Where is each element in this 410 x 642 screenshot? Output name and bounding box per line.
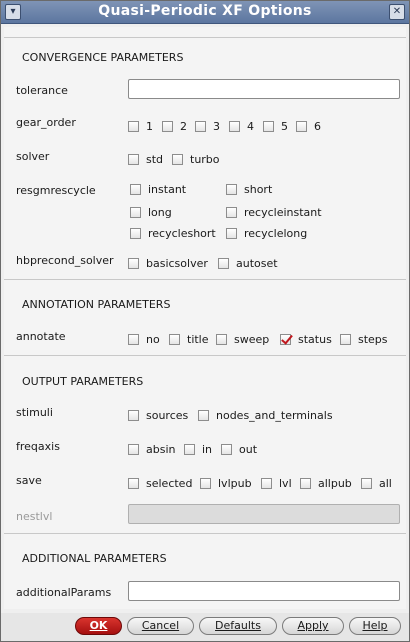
checkbox[interactable] [221, 443, 232, 455]
freqaxis-option-absin[interactable]: absin [128, 442, 175, 456]
checkbox[interactable] [261, 477, 272, 489]
tolerance-input[interactable] [128, 79, 400, 99]
help-button[interactable]: Help [349, 617, 401, 635]
gear-order-option-3[interactable]: 3 [195, 119, 220, 133]
save-option-allpub[interactable]: allpub [300, 476, 352, 490]
divider [4, 533, 406, 534]
annotate-option-sweep[interactable]: sweep [216, 332, 269, 346]
checkbox[interactable] [128, 409, 139, 421]
checkbox[interactable] [128, 257, 139, 269]
checkbox[interactable] [300, 477, 311, 489]
resgmrescycle-option-short[interactable]: short [226, 182, 272, 196]
window-title: Quasi-Periodic XF Options [98, 3, 312, 19]
solver-option-std[interactable]: std [128, 152, 163, 166]
checkbox[interactable] [162, 120, 173, 132]
checkbox[interactable] [263, 120, 274, 132]
gear-order-option-4[interactable]: 4 [229, 119, 254, 133]
cancel-button[interactable]: Cancel [127, 617, 194, 635]
checkbox[interactable] [130, 183, 141, 195]
solver-label: solver [16, 150, 50, 163]
save-option-lvl[interactable]: lvl [261, 476, 292, 490]
checkbox[interactable] [130, 227, 141, 239]
resgmrescycle-label: resgmrescycle [16, 184, 96, 197]
defaults-button[interactable]: Defaults [199, 617, 277, 635]
checkbox[interactable] [128, 477, 139, 489]
hbprecond-solver-label: hbprecond_solver [16, 254, 114, 267]
annotate-option-status[interactable]: status [280, 332, 332, 346]
checkbox[interactable] [226, 183, 237, 195]
annotate-option-title[interactable]: title [169, 332, 209, 346]
checkbox[interactable] [296, 120, 307, 132]
checkbox[interactable] [226, 227, 237, 239]
checkbox[interactable] [172, 153, 183, 165]
title-bar[interactable]: ▾ Quasi-Periodic XF Options ✕ [1, 1, 409, 24]
checkbox[interactable] [340, 333, 351, 345]
checkbox[interactable] [130, 206, 141, 218]
annotate-option-steps[interactable]: steps [340, 332, 388, 346]
section-title-annotation: ANNOTATION PARAMETERS [22, 298, 171, 311]
section-title-output: OUTPUT PARAMETERS [22, 375, 144, 388]
checkbox[interactable] [128, 153, 139, 165]
save-option-lvlpub[interactable]: lvlpub [200, 476, 252, 490]
gear-order-option-6[interactable]: 6 [296, 119, 321, 133]
resgmrescycle-option-recycleshort[interactable]: recycleshort [130, 226, 216, 240]
annotate-label: annotate [16, 330, 66, 343]
checkbox[interactable] [361, 477, 372, 489]
hbprecond-option-autoset[interactable]: autoset [218, 256, 278, 270]
divider [4, 279, 406, 280]
checkbox[interactable] [218, 257, 229, 269]
section-title-additional: ADDITIONAL PARAMETERS [22, 552, 167, 565]
section-title-convergence: CONVERGENCE PARAMETERS [22, 51, 184, 64]
checkbox[interactable] [128, 120, 139, 132]
tolerance-label: tolerance [16, 84, 68, 97]
checkbox[interactable] [200, 477, 211, 489]
gear-order-option-1[interactable]: 1 [128, 119, 153, 133]
checkbox[interactable] [216, 333, 227, 345]
dialog-window: ▾ Quasi-Periodic XF Options ✕ CONVERGENC… [0, 0, 410, 642]
checkbox[interactable] [128, 333, 139, 345]
checkbox[interactable] [198, 409, 209, 421]
freqaxis-option-in[interactable]: in [184, 442, 212, 456]
apply-button[interactable]: Apply [282, 617, 344, 635]
stimuli-option-sources[interactable]: sources [128, 408, 188, 422]
nestlvl-input [128, 504, 400, 524]
save-option-all[interactable]: all [361, 476, 392, 490]
freqaxis-option-out[interactable]: out [221, 442, 257, 456]
checkbox[interactable] [226, 206, 237, 218]
additional-params-label: additionalParams [16, 586, 112, 599]
checkbox[interactable] [184, 443, 195, 455]
solver-option-turbo[interactable]: turbo [172, 152, 220, 166]
nestlvl-label: nestlvl [16, 510, 53, 523]
ok-button[interactable]: OK [75, 617, 122, 635]
annotate-option-no[interactable]: no [128, 332, 160, 346]
checkbox[interactable] [169, 333, 180, 345]
checkbox-checked[interactable] [280, 333, 291, 345]
save-option-selected[interactable]: selected [128, 476, 192, 490]
additional-params-input[interactable] [128, 581, 400, 601]
checkbox[interactable] [229, 120, 240, 132]
stimuli-label: stimuli [16, 406, 53, 419]
resgmrescycle-option-long[interactable]: long [130, 205, 172, 219]
divider [4, 355, 406, 356]
resgmrescycle-option-instant[interactable]: instant [130, 182, 186, 196]
stimuli-option-nodes-and-terminals[interactable]: nodes_and_terminals [198, 408, 333, 422]
gear-order-option-5[interactable]: 5 [263, 119, 288, 133]
hbprecond-option-basicsolver[interactable]: basicsolver [128, 256, 208, 270]
save-label: save [16, 474, 42, 487]
gear-order-label: gear_order [16, 116, 76, 129]
divider [4, 37, 406, 38]
freqaxis-label: freqaxis [16, 440, 60, 453]
close-icon[interactable]: ✕ [389, 4, 405, 20]
resgmrescycle-option-recyclelong[interactable]: recyclelong [226, 226, 307, 240]
gear-order-option-2[interactable]: 2 [162, 119, 187, 133]
checkbox[interactable] [128, 443, 139, 455]
options-panel: CONVERGENCE PARAMETERS tolerance gear_or… [4, 27, 406, 609]
button-bar: OK Cancel Defaults Apply Help [1, 613, 409, 641]
resgmrescycle-option-recycleinstant[interactable]: recycleinstant [226, 205, 322, 219]
checkbox[interactable] [195, 120, 206, 132]
